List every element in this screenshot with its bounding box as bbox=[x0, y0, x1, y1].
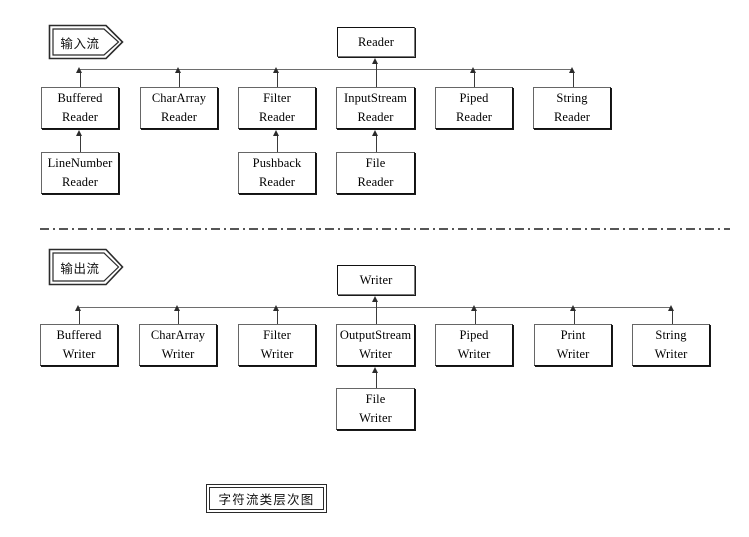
arrowhead-buffered-writer bbox=[75, 305, 81, 311]
node-string-writer-line2: Writer bbox=[654, 347, 688, 361]
riser-pushback-reader bbox=[276, 136, 278, 152]
arrowhead-file-reader bbox=[372, 130, 378, 136]
reader-bus-line bbox=[79, 69, 573, 70]
arrowhead-chararray-reader bbox=[175, 67, 181, 73]
arrowhead-chararray-writer bbox=[174, 305, 180, 311]
riser-filter-reader bbox=[276, 73, 278, 87]
arrowhead-string-reader bbox=[569, 67, 575, 73]
node-inputstream-reader[interactable]: InputStream Reader bbox=[336, 87, 415, 129]
riser-filter-writer bbox=[276, 311, 278, 325]
node-outputstream-writer[interactable]: OutputStream Writer bbox=[336, 324, 415, 366]
writer-trunk-arrowhead bbox=[372, 296, 378, 302]
node-inputstream-reader-line1: InputStream bbox=[344, 91, 407, 105]
node-chararray-writer-line2: Writer bbox=[161, 347, 195, 361]
node-string-reader[interactable]: String Reader bbox=[533, 87, 611, 129]
node-inputstream-reader-line2: Reader bbox=[357, 110, 394, 124]
node-writer[interactable]: Writer bbox=[337, 265, 415, 295]
node-outputstream-writer-line1: OutputStream bbox=[339, 328, 412, 342]
node-string-writer[interactable]: String Writer bbox=[632, 324, 710, 366]
node-print-writer[interactable]: Print Writer bbox=[534, 324, 612, 366]
riser-string-reader bbox=[572, 73, 574, 87]
reader-trunk-arrowhead bbox=[372, 58, 378, 64]
node-chararray-reader-line1: CharArray bbox=[151, 91, 207, 105]
riser-buffered-reader bbox=[79, 73, 81, 87]
riser-file-writer bbox=[375, 373, 377, 389]
node-piped-reader-line2: Reader bbox=[456, 110, 492, 124]
node-file-writer-line1: File bbox=[365, 392, 386, 406]
node-piped-reader[interactable]: Piped Reader bbox=[435, 87, 513, 129]
node-filter-reader[interactable]: Filter Reader bbox=[238, 87, 316, 129]
arrowhead-linenumber-reader bbox=[76, 130, 82, 136]
riser-chararray-reader bbox=[178, 73, 180, 87]
riser-outputstream-writer bbox=[375, 311, 377, 325]
node-print-writer-line2: Writer bbox=[556, 347, 590, 361]
arrowhead-string-writer bbox=[668, 305, 674, 311]
node-buffered-writer[interactable]: Buffered Writer bbox=[40, 324, 118, 366]
node-buffered-reader-line2: Reader bbox=[62, 110, 98, 124]
riser-buffered-writer bbox=[78, 311, 80, 325]
arrowhead-print-writer bbox=[570, 305, 576, 311]
arrowhead-piped-writer bbox=[471, 305, 477, 311]
diagram-caption: 字符流类层次图 bbox=[206, 484, 327, 513]
node-chararray-writer[interactable]: CharArray Writer bbox=[139, 324, 217, 366]
node-linenumber-reader[interactable]: LineNumber Reader bbox=[41, 152, 119, 194]
node-linenumber-reader-line2: Reader bbox=[62, 175, 98, 189]
section-divider bbox=[40, 228, 730, 230]
node-buffered-writer-line1: Buffered bbox=[56, 328, 102, 342]
riser-piped-writer bbox=[474, 311, 476, 325]
arrowhead-piped-reader bbox=[470, 67, 476, 73]
input-stream-banner: 输入流 bbox=[48, 24, 124, 60]
node-file-writer[interactable]: File Writer bbox=[336, 388, 415, 430]
node-linenumber-reader-line1: LineNumber bbox=[47, 156, 113, 170]
node-outputstream-writer-line2: Writer bbox=[359, 347, 392, 361]
node-piped-writer-line2: Writer bbox=[457, 347, 491, 361]
node-string-writer-line1: String bbox=[655, 328, 687, 342]
node-string-reader-line1: String bbox=[556, 91, 588, 105]
node-piped-writer[interactable]: Piped Writer bbox=[435, 324, 513, 366]
node-file-reader[interactable]: File Reader bbox=[336, 152, 415, 194]
arrowhead-filter-writer bbox=[273, 305, 279, 311]
arrowhead-pushback-reader bbox=[273, 130, 279, 136]
node-piped-writer-line1: Piped bbox=[459, 328, 489, 342]
node-reader-label: Reader bbox=[358, 34, 394, 49]
node-pushback-reader[interactable]: Pushback Reader bbox=[238, 152, 316, 194]
node-filter-writer-line2: Writer bbox=[260, 347, 294, 361]
riser-linenumber-reader bbox=[79, 136, 81, 152]
riser-file-reader bbox=[375, 136, 377, 152]
arrowhead-filter-reader bbox=[273, 67, 279, 73]
node-reader[interactable]: Reader bbox=[337, 27, 415, 57]
node-chararray-reader[interactable]: CharArray Reader bbox=[140, 87, 218, 129]
node-filter-reader-line2: Reader bbox=[259, 110, 295, 124]
arrowhead-file-writer bbox=[372, 367, 378, 373]
node-buffered-writer-line2: Writer bbox=[62, 347, 96, 361]
node-filter-writer-line1: Filter bbox=[263, 328, 291, 342]
output-stream-banner: 输出流 bbox=[48, 248, 124, 286]
node-filter-reader-line1: Filter bbox=[263, 91, 291, 105]
node-string-reader-line2: Reader bbox=[554, 110, 590, 124]
node-print-writer-line1: Print bbox=[560, 328, 586, 342]
riser-chararray-writer bbox=[177, 311, 179, 325]
character-stream-class-hierarchy-diagram: 输入流 Reader Buffered Reader CharArray Rea… bbox=[0, 0, 749, 537]
output-stream-banner-label: 输出流 bbox=[60, 260, 100, 276]
node-file-writer-line2: Writer bbox=[359, 411, 392, 425]
diagram-caption-label: 字符流类层次图 bbox=[209, 487, 324, 510]
node-chararray-writer-line1: CharArray bbox=[150, 328, 206, 342]
node-pushback-reader-line2: Reader bbox=[259, 175, 295, 189]
node-file-reader-line2: Reader bbox=[357, 175, 394, 189]
riser-piped-reader bbox=[473, 73, 475, 87]
node-filter-writer[interactable]: Filter Writer bbox=[238, 324, 316, 366]
riser-print-writer bbox=[573, 311, 575, 325]
arrowhead-buffered-reader bbox=[76, 67, 82, 73]
node-chararray-reader-line2: Reader bbox=[161, 110, 197, 124]
riser-inputstream-reader bbox=[375, 73, 377, 87]
node-writer-label: Writer bbox=[359, 272, 393, 287]
node-buffered-reader[interactable]: Buffered Reader bbox=[41, 87, 119, 129]
node-buffered-reader-line1: Buffered bbox=[57, 91, 103, 105]
node-pushback-reader-line1: Pushback bbox=[252, 156, 302, 170]
node-piped-reader-line1: Piped bbox=[459, 91, 489, 105]
input-stream-banner-label: 输入流 bbox=[60, 35, 100, 51]
riser-string-writer bbox=[671, 311, 673, 325]
node-file-reader-line1: File bbox=[365, 156, 386, 170]
